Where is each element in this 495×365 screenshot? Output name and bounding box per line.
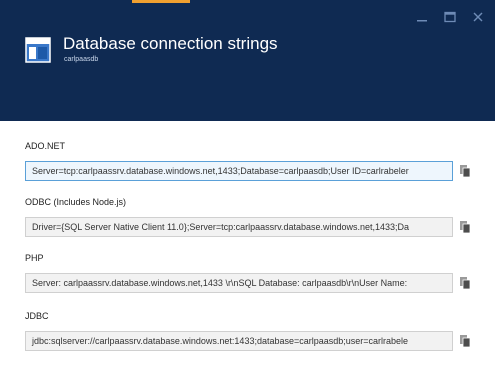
field-row: Driver={SQL Server Native Client 11.0};S… <box>25 217 475 237</box>
section-jdbc: JDBC jdbc:sqlserver://carlpaassrv.databa… <box>25 310 475 351</box>
field-row: jdbc:sqlserver://carlpaassrv.database.wi… <box>25 331 475 351</box>
section-label: ODBC (Includes Node.js) <box>25 197 127 207</box>
page-title: Database connection strings <box>63 34 278 53</box>
section-label: PHP <box>25 253 44 263</box>
window-controls <box>415 10 485 24</box>
blade-header: Database connection strings carlpaasdb <box>0 0 495 121</box>
connection-string-field[interactable]: Driver={SQL Server Native Client 11.0};S… <box>25 217 453 237</box>
section-label: JDBC <box>25 311 49 321</box>
minimize-icon[interactable] <box>415 10 429 24</box>
database-grid-icon <box>25 37 51 63</box>
section-odbc: ODBC (Includes Node.js) Driver={SQL Serv… <box>25 196 475 237</box>
connection-string-field[interactable]: Server=tcp:carlpaassrv.database.windows.… <box>25 161 453 181</box>
maximize-icon[interactable] <box>443 10 457 24</box>
section-ado-net: ADO.NET Server=tcp:carlpaassrv.database.… <box>25 140 475 181</box>
field-row: Server: carlpaassrv.database.windows.net… <box>25 273 475 293</box>
section-label: ADO.NET <box>25 141 66 151</box>
active-accent-bar <box>132 0 190 3</box>
copy-icon[interactable] <box>458 333 474 349</box>
copy-icon[interactable] <box>458 219 474 235</box>
close-icon[interactable] <box>471 10 485 24</box>
connection-string-field[interactable]: Server: carlpaassrv.database.windows.net… <box>25 273 453 293</box>
page-subtitle: carlpaasdb <box>64 56 99 63</box>
copy-icon[interactable] <box>458 163 474 179</box>
section-php: PHP Server: carlpaassrv.database.windows… <box>25 252 475 293</box>
copy-icon[interactable] <box>458 275 474 291</box>
connection-strings-panel: ADO.NET Server=tcp:carlpaassrv.database.… <box>0 121 495 365</box>
connection-string-field[interactable]: jdbc:sqlserver://carlpaassrv.database.wi… <box>25 331 453 351</box>
field-row: Server=tcp:carlpaassrv.database.windows.… <box>25 161 475 181</box>
